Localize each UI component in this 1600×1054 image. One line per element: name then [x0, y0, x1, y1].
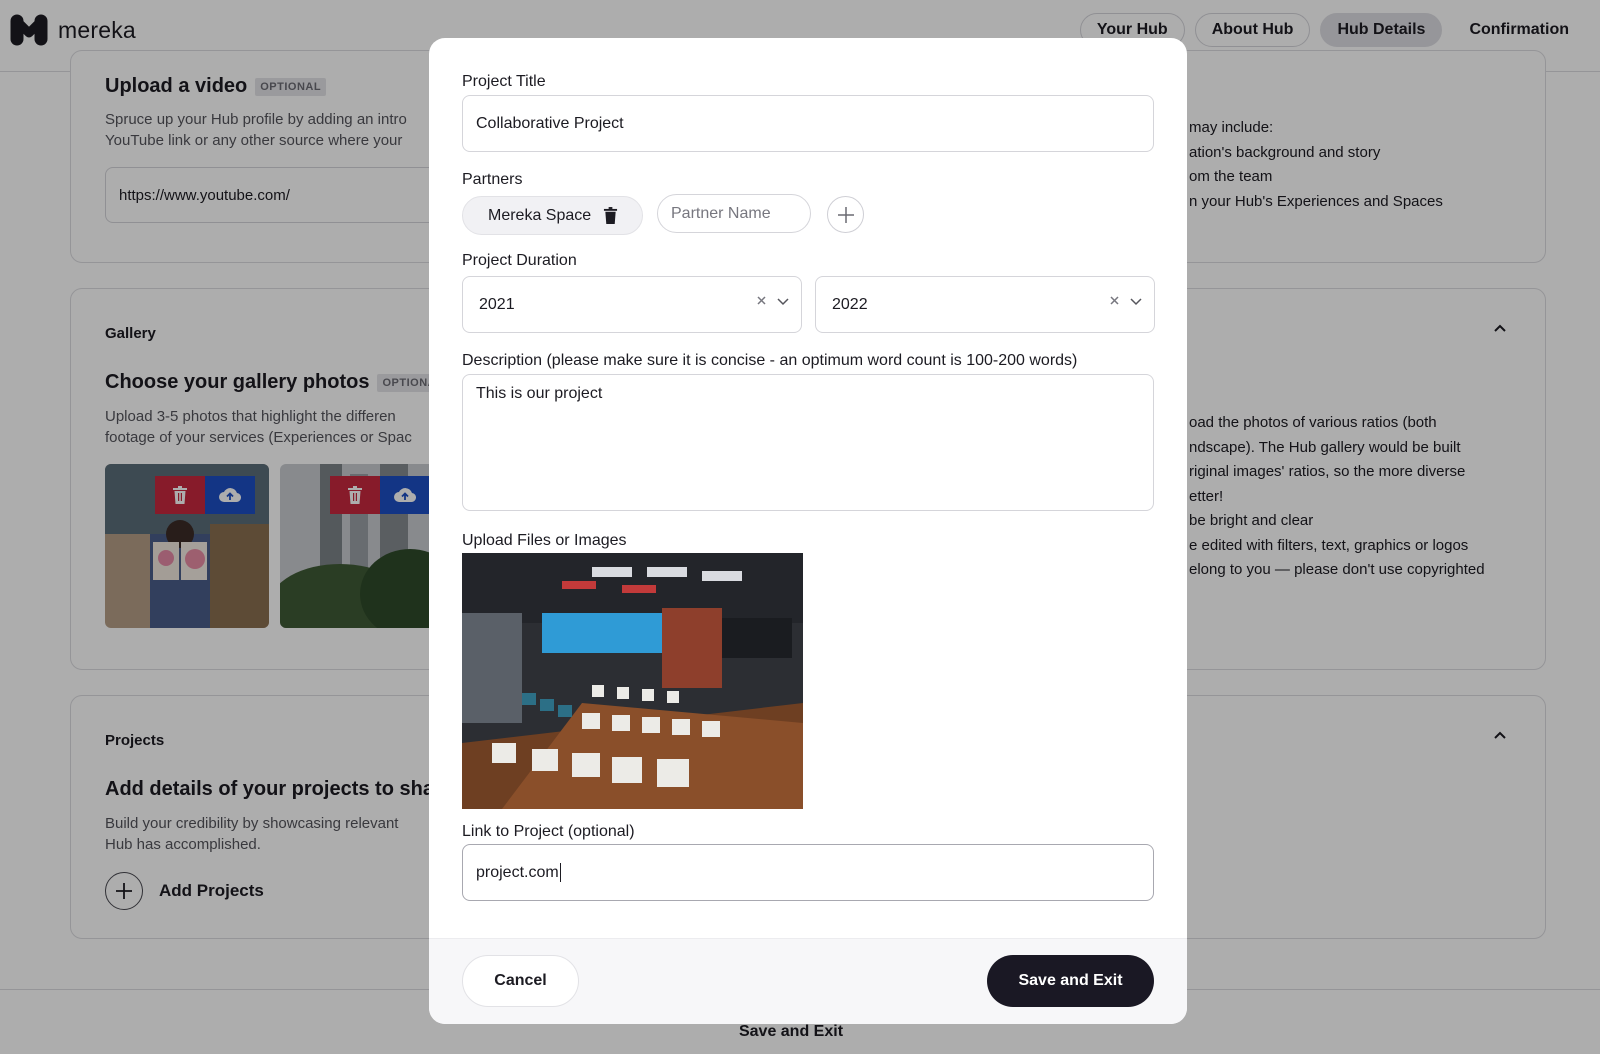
link-label: Link to Project (optional): [462, 823, 635, 840]
partner-chip: Mereka Space: [462, 196, 644, 235]
end-year-value: 2022: [832, 295, 868, 313]
start-year-select[interactable]: 2021: [462, 276, 802, 333]
description-label: Description (please make sure it is conc…: [462, 352, 1078, 369]
uploaded-image-photo: [462, 553, 803, 809]
project-modal: Project Title Collaborative Project Part…: [429, 38, 1187, 1024]
partner-name-input[interactable]: Partner Name: [657, 194, 811, 233]
partner-chip-label: Mereka Space: [488, 206, 592, 224]
project-link-value: project.com: [476, 863, 559, 881]
start-year-value: 2021: [479, 295, 515, 313]
clear-icon[interactable]: [1109, 295, 1120, 306]
description-textarea[interactable]: This is our project: [462, 374, 1154, 511]
trash-icon[interactable]: [603, 207, 618, 224]
modal-footer: Cancel Save and Exit: [429, 938, 1187, 1024]
end-year-select[interactable]: 2022: [815, 276, 1155, 333]
add-partner-button[interactable]: [827, 196, 864, 233]
project-link-input[interactable]: project.com: [462, 844, 1154, 901]
project-duration-label: Project Duration: [462, 252, 577, 269]
plus-icon: [837, 206, 854, 223]
clear-icon[interactable]: [756, 295, 767, 306]
project-title-input[interactable]: Collaborative Project: [462, 95, 1154, 152]
partners-label: Partners: [462, 171, 523, 188]
project-title-label: Project Title: [462, 73, 546, 90]
cancel-button[interactable]: Cancel: [462, 955, 579, 1007]
save-and-exit-button[interactable]: Save and Exit: [987, 955, 1154, 1007]
uploaded-image[interactable]: [462, 553, 803, 809]
upload-label: Upload Files or Images: [462, 532, 627, 549]
chevron-down-icon: [777, 298, 789, 306]
text-caret: [559, 863, 562, 882]
chevron-down-icon: [1130, 298, 1142, 306]
